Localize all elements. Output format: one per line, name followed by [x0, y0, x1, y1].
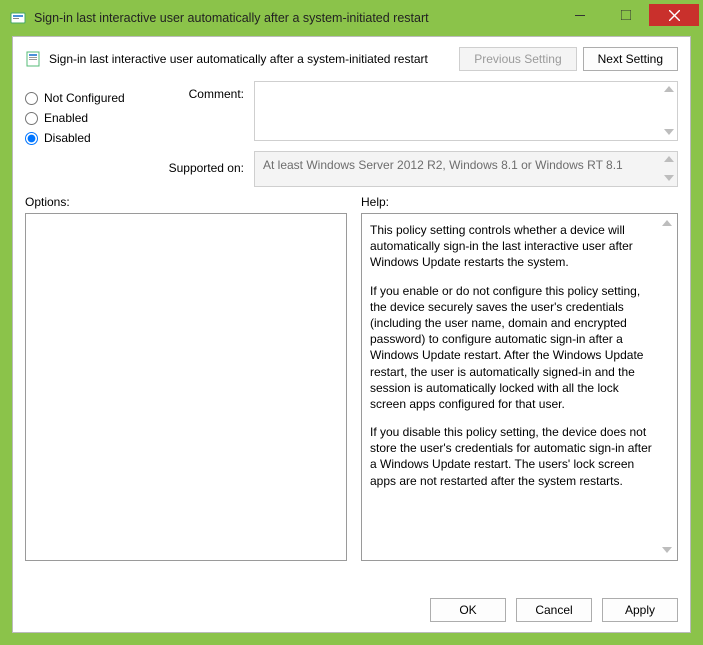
- radio-not-configured-label: Not Configured: [44, 91, 125, 105]
- ok-button[interactable]: OK: [430, 598, 506, 622]
- policy-heading: Sign-in last interactive user automatica…: [49, 52, 459, 66]
- help-paragraph: If you enable or do not configure this p…: [370, 283, 655, 413]
- supported-on-box: At least Windows Server 2012 R2, Windows…: [254, 151, 678, 187]
- state-radio-group: Not Configured Enabled Disabled: [25, 81, 160, 151]
- help-pane: This policy setting controls whether a d…: [361, 213, 678, 561]
- scroll-down-icon[interactable]: [661, 545, 673, 556]
- radio-disabled-label: Disabled: [44, 131, 91, 145]
- comment-label: Comment:: [162, 81, 252, 151]
- scroll-down-icon: [663, 127, 675, 138]
- radio-not-configured-input[interactable]: [25, 92, 38, 105]
- radio-disabled[interactable]: Disabled: [25, 131, 160, 145]
- titlebar[interactable]: Sign-in last interactive user automatica…: [4, 4, 699, 32]
- previous-setting-button: Previous Setting: [459, 47, 576, 71]
- comment-textarea[interactable]: [254, 81, 678, 141]
- options-pane: [25, 213, 347, 561]
- scroll-down-icon: [663, 173, 675, 184]
- scroll-up-icon: [663, 84, 675, 95]
- radio-enabled-label: Enabled: [44, 111, 88, 125]
- radio-enabled[interactable]: Enabled: [25, 111, 160, 125]
- policy-icon: [25, 50, 43, 68]
- scroll-up-icon: [663, 154, 675, 165]
- radio-enabled-input[interactable]: [25, 112, 38, 125]
- help-paragraph: This policy setting controls whether a d…: [370, 222, 655, 271]
- app-icon: [10, 10, 26, 26]
- dialog-client-area: Sign-in last interactive user automatica…: [12, 36, 691, 633]
- options-section-label: Options:: [25, 195, 347, 209]
- supported-on-label: Supported on:: [162, 151, 252, 187]
- apply-button[interactable]: Apply: [602, 598, 678, 622]
- cancel-button[interactable]: Cancel: [516, 598, 592, 622]
- scroll-up-icon[interactable]: [661, 218, 673, 229]
- help-paragraph: If you disable this policy setting, the …: [370, 424, 655, 489]
- radio-not-configured[interactable]: Not Configured: [25, 91, 160, 105]
- help-text: This policy setting controls whether a d…: [370, 222, 655, 552]
- minimize-button[interactable]: [557, 4, 603, 26]
- next-setting-button[interactable]: Next Setting: [583, 47, 678, 71]
- close-button[interactable]: [649, 4, 699, 26]
- radio-disabled-input[interactable]: [25, 132, 38, 145]
- help-section-label: Help:: [361, 195, 389, 209]
- supported-on-text: At least Windows Server 2012 R2, Windows…: [263, 158, 623, 172]
- maximize-button[interactable]: [603, 4, 649, 26]
- gpedit-policy-dialog: Sign-in last interactive user automatica…: [4, 4, 699, 641]
